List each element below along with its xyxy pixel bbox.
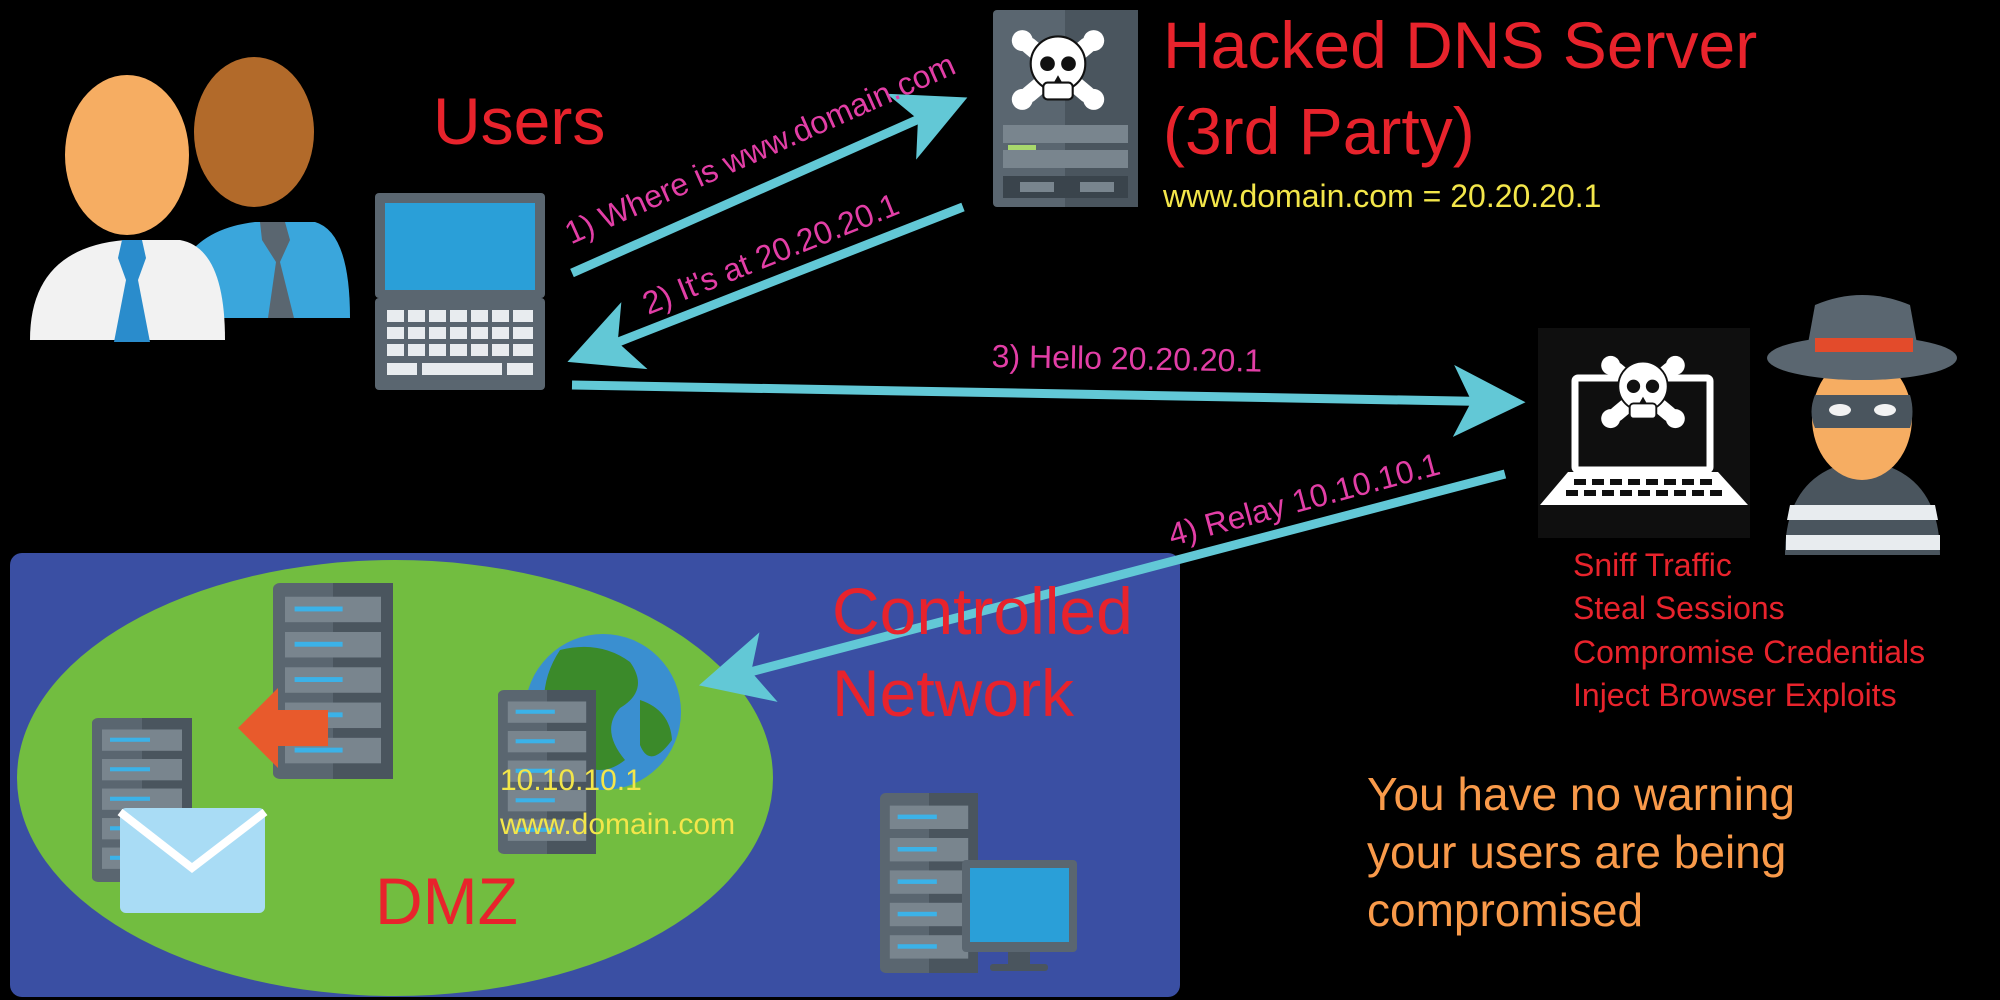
server-icon: [273, 583, 393, 779]
step-3-label: 3) Hello 20.20.20.1: [991, 338, 1263, 379]
dns-server-title-line2: (3rd Party): [1163, 94, 1475, 168]
dns-server-title-line1: Hacked DNS Server: [1163, 8, 1758, 82]
hacker-icon: [1767, 295, 1957, 555]
controlled-network-label-line1: Controlled: [832, 574, 1133, 648]
attacker-action-credentials: Compromise Credentials: [1573, 634, 1926, 670]
dmz-label: DMZ: [375, 864, 518, 938]
dns-hijack-diagram: Users Hacked DNS Server (3rd Party) www.…: [0, 0, 2000, 1000]
users-icon: [30, 57, 350, 342]
dmz-server-ip: 10.10.10.1: [500, 764, 642, 797]
attacker-action-exploits: Inject Browser Exploits: [1573, 677, 1897, 713]
arrow-hello: [571, 364, 1526, 437]
laptop-icon: [375, 193, 545, 390]
attacker-action-sniff: Sniff Traffic: [1573, 547, 1732, 583]
attacker-action-sessions: Steal Sessions: [1573, 590, 1785, 626]
hacked-server-icon: [993, 10, 1138, 207]
controlled-network-label-line2: Network: [832, 656, 1075, 730]
arrow-reply: [567, 202, 965, 370]
warning-line1: You have no warning: [1367, 768, 1795, 820]
dns-record: www.domain.com = 20.20.20.1: [1163, 178, 1602, 214]
users-label: Users: [433, 84, 606, 158]
warning-line3: compromised: [1367, 884, 1644, 936]
warning-line2: your users are being: [1367, 826, 1787, 878]
dmz-server-domain: www.domain.com: [500, 808, 736, 841]
hacked-laptop-icon: [1538, 328, 1750, 538]
mail-icon: [117, 808, 268, 913]
